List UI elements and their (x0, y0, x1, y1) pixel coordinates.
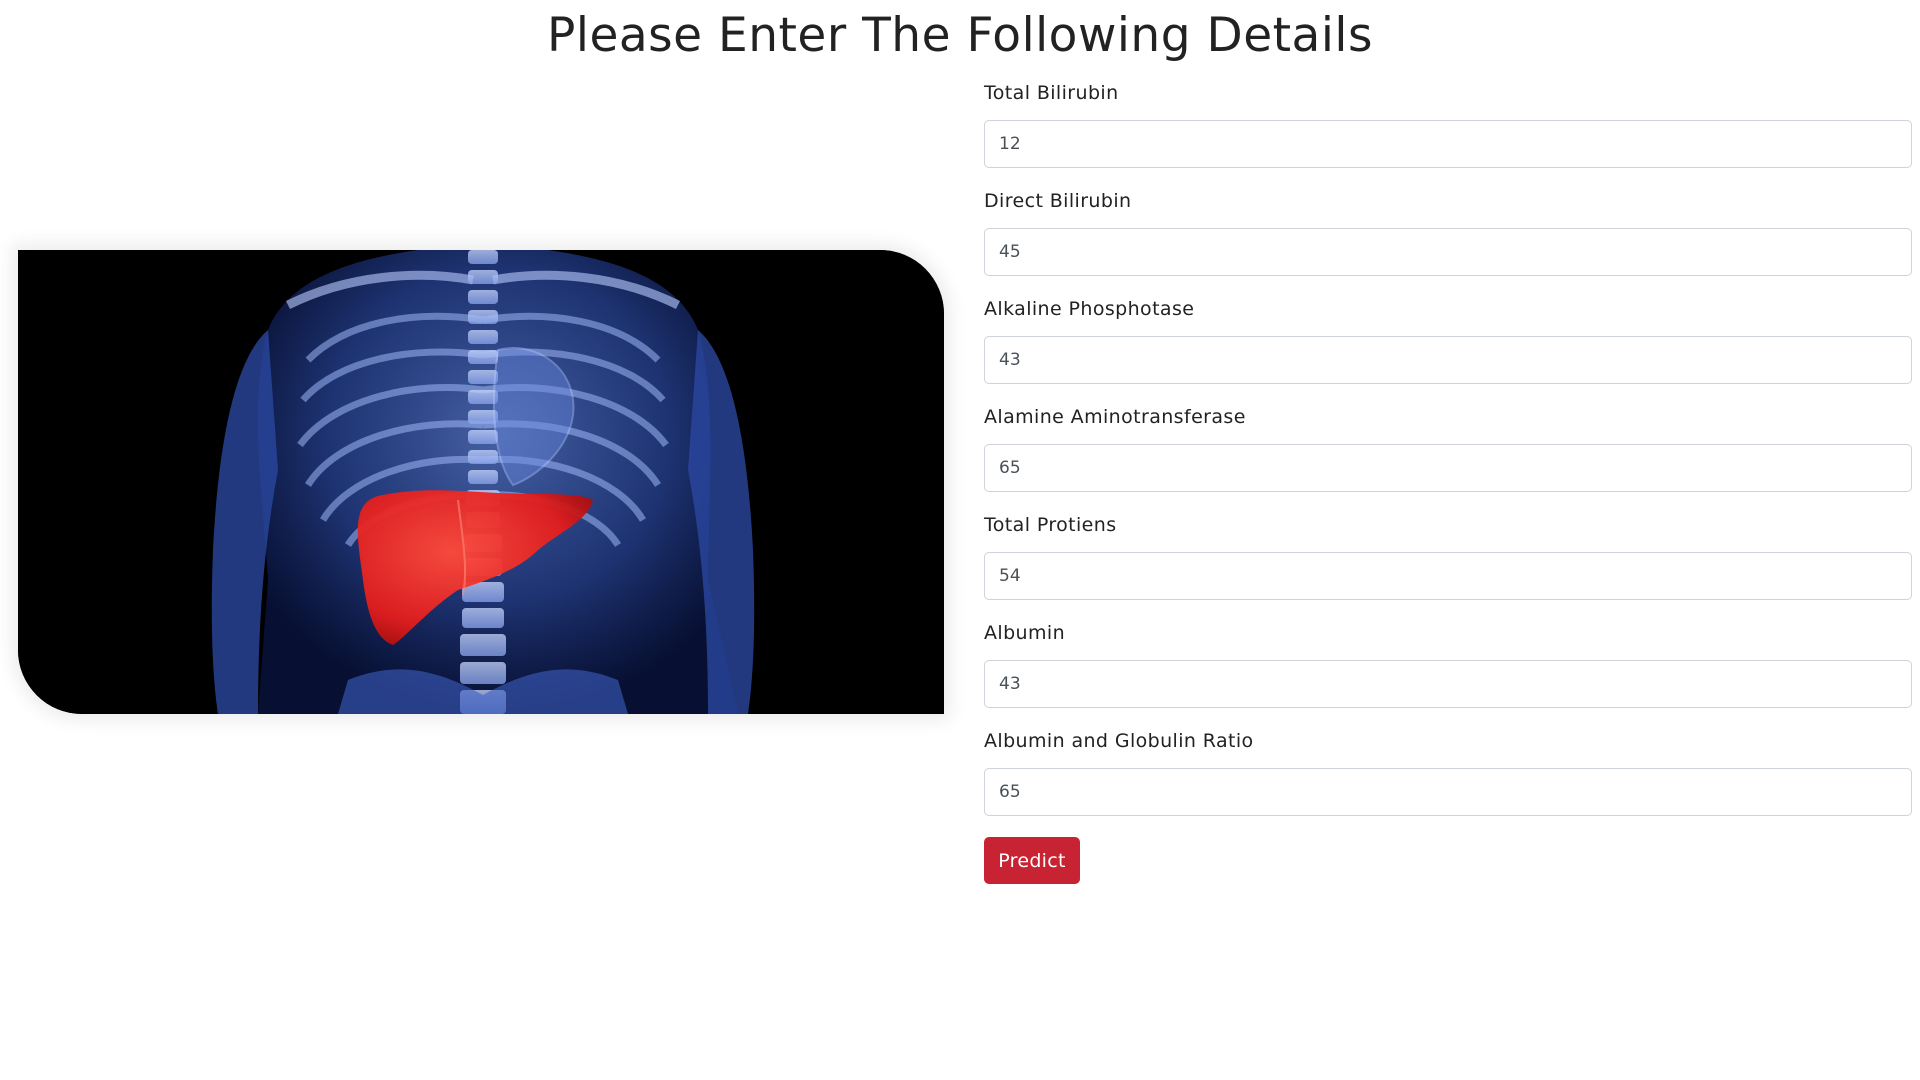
field-direct-bilirubin: Direct Bilirubin (984, 186, 1912, 294)
page-root: Please Enter The Following Details Total… (0, 0, 1920, 1080)
field-albumin-globulin-ratio: Albumin and Globulin Ratio (984, 726, 1912, 834)
field-alkaline-phosphotase: Alkaline Phosphotase (984, 294, 1912, 402)
field-total-protiens: Total Protiens (984, 510, 1912, 618)
page-title: Please Enter The Following Details (547, 8, 1373, 63)
albumin-input[interactable] (984, 660, 1912, 708)
predict-button[interactable]: Predict (984, 837, 1080, 884)
alkaline-phosphotase-label: Alkaline Phosphotase (984, 298, 1195, 320)
field-alamine-aminotransferase: Alamine Aminotransferase (984, 402, 1912, 510)
total-bilirubin-input[interactable] (984, 120, 1912, 168)
albumin-label: Albumin (984, 622, 1066, 644)
liver-xray-illustration-icon (18, 250, 944, 714)
total-bilirubin-label: Total Bilirubin (984, 82, 1119, 104)
alamine-aminotransferase-label: Alamine Aminotransferase (984, 406, 1246, 428)
field-total-bilirubin: Total Bilirubin (984, 78, 1912, 186)
total-protiens-input[interactable] (984, 552, 1912, 600)
total-protiens-label: Total Protiens (984, 514, 1117, 536)
albumin-globulin-ratio-label: Albumin and Globulin Ratio (984, 730, 1254, 752)
alamine-aminotransferase-input[interactable] (984, 444, 1912, 492)
liver-details-form: Total Bilirubin Direct Bilirubin Alkalin… (984, 78, 1912, 834)
direct-bilirubin-label: Direct Bilirubin (984, 190, 1132, 212)
alkaline-phosphotase-input[interactable] (984, 336, 1912, 384)
liver-xray-image (18, 250, 944, 714)
albumin-globulin-ratio-input[interactable] (984, 768, 1912, 816)
direct-bilirubin-input[interactable] (984, 228, 1912, 276)
field-albumin: Albumin (984, 618, 1912, 726)
